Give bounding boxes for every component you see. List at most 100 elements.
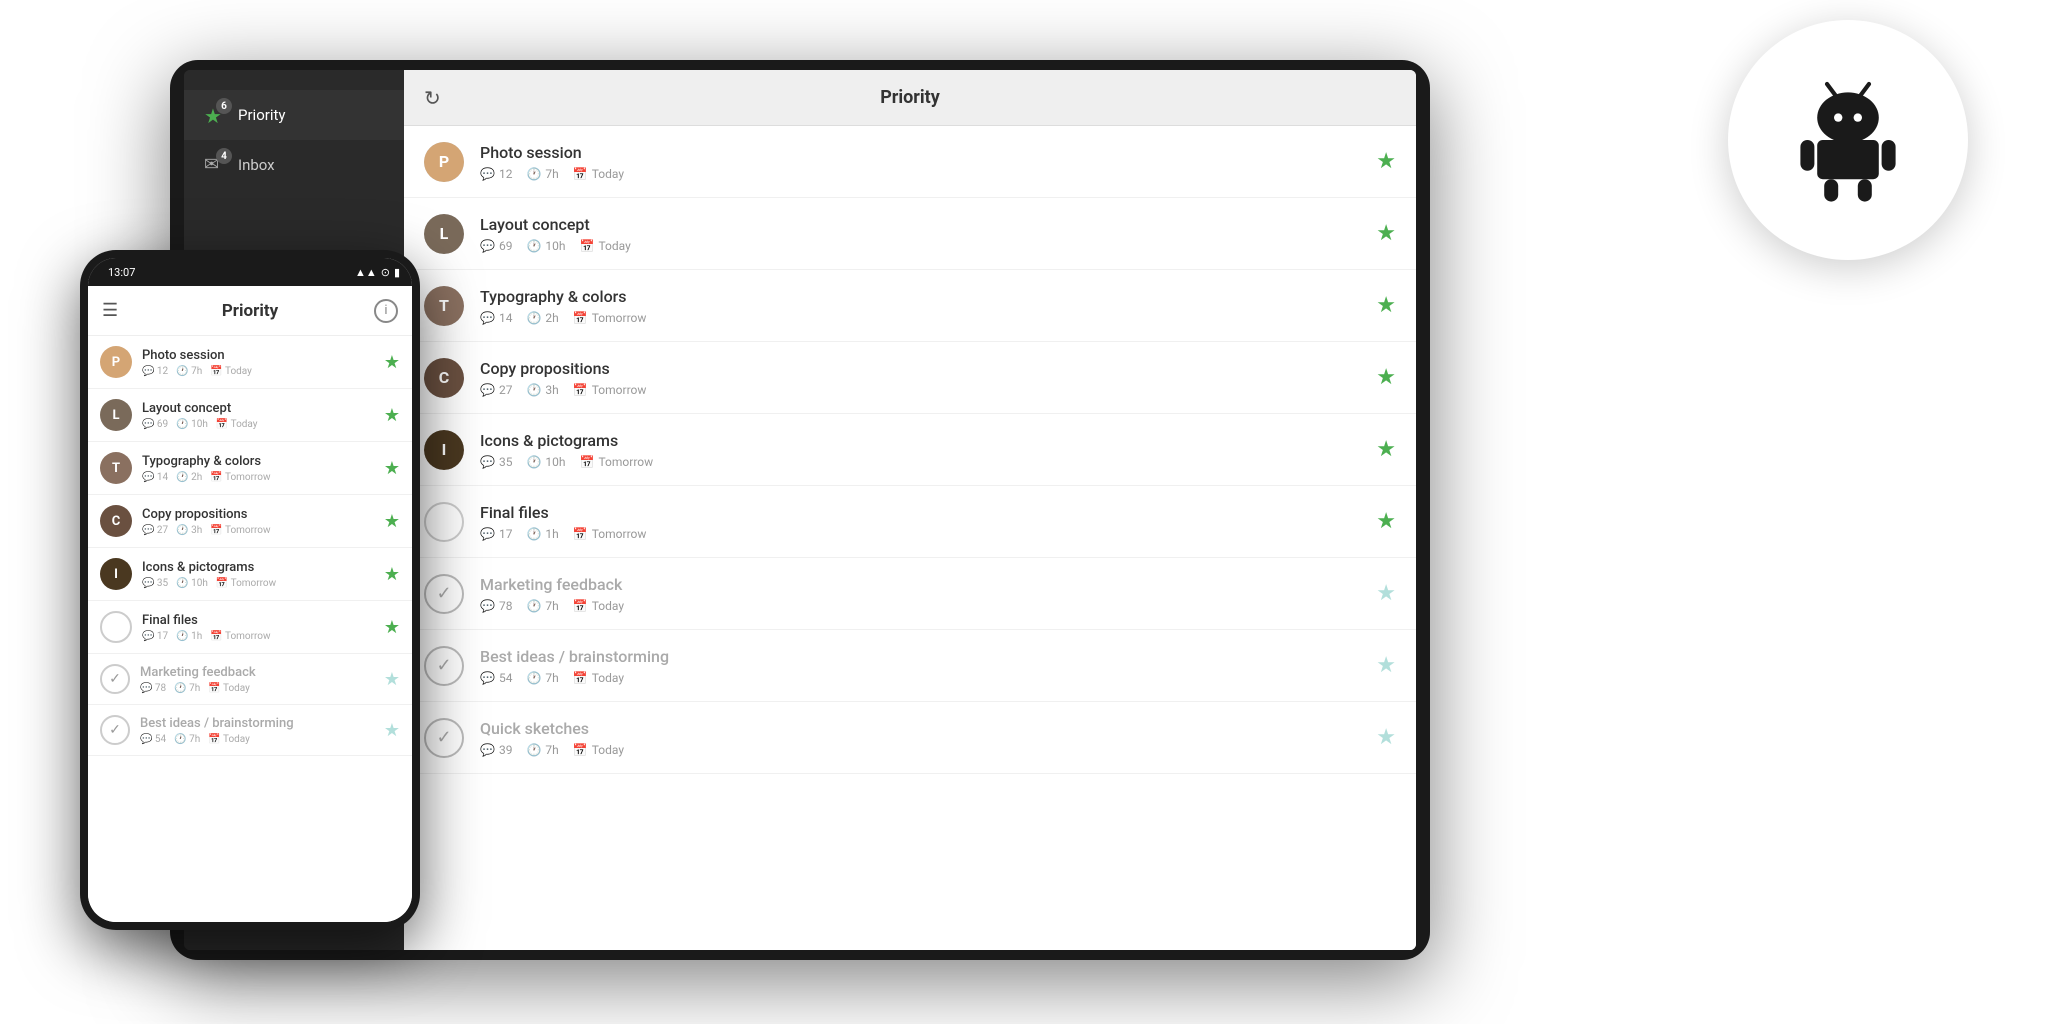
clock-icon: 🕐	[526, 671, 541, 685]
phone-star-button[interactable]: ★	[384, 458, 400, 479]
task-meta: 💬 69 🕐 10h 📅 Today	[480, 239, 1366, 253]
due-date: 📅 Today	[573, 671, 624, 685]
star-button[interactable]: ★	[1376, 437, 1396, 462]
comment-count: 💬 14	[480, 311, 512, 325]
comment-count: 💬 17	[480, 527, 512, 541]
phone-comment-count: 💬 78	[140, 683, 166, 694]
clock-icon: 🕐	[526, 167, 541, 181]
phone-star-button[interactable]: ★	[384, 720, 400, 741]
phone-title: Priority	[222, 301, 278, 321]
phone-star-button[interactable]: ★	[384, 564, 400, 585]
star-button[interactable]: ★	[1376, 581, 1396, 606]
due-date: 📅 Today	[573, 167, 624, 181]
task-check-icon: ✓	[424, 646, 464, 686]
phone-task-item[interactable]: T Typography & colors 💬 14 🕐 2h 📅 Tomorr…	[88, 442, 412, 495]
time-estimate: 🕐 3h	[526, 383, 558, 397]
task-meta: 💬 35 🕐 10h 📅 Tomorrow	[480, 455, 1366, 469]
task-title: Photo session	[480, 143, 1366, 162]
calendar-icon: 📅	[573, 311, 588, 325]
phone-star-button[interactable]: ★	[384, 511, 400, 532]
sidebar-item-inbox[interactable]: ✉ 4 Inbox	[184, 140, 404, 190]
comment-icon: 💬	[480, 743, 495, 757]
phone-task-item[interactable]: P Photo session 💬 12 🕐 7h 📅 Today ★	[88, 336, 412, 389]
task-avatar: L	[424, 214, 464, 254]
phone-avatar: P	[100, 346, 132, 378]
star-button[interactable]: ★	[1376, 725, 1396, 750]
tablet-task-item[interactable]: C Copy propositions 💬 27 🕐 3h 📅 Tomorro	[404, 342, 1416, 414]
phone-task-item[interactable]: I Icons & pictograms 💬 35 🕐 10h 📅 Tomorr…	[88, 548, 412, 601]
task-avatar	[424, 502, 464, 542]
time-estimate: 🕐 1h	[526, 527, 558, 541]
clock-icon: 🕐	[526, 311, 541, 325]
due-date: 📅 Tomorrow	[573, 527, 647, 541]
phone-task-item[interactable]: ✓ Best ideas / brainstorming 💬 54 🕐 7h 📅…	[88, 705, 412, 756]
tablet-task-item[interactable]: I Icons & pictograms 💬 35 🕐 10h 📅 Tomor	[404, 414, 1416, 486]
phone-task-item[interactable]: L Layout concept 💬 69 🕐 10h 📅 Today ★	[88, 389, 412, 442]
tablet-task-item[interactable]: ✓ Marketing feedback 💬 78 🕐 7h 📅 Today	[404, 558, 1416, 630]
phone-star-button[interactable]: ★	[384, 617, 400, 638]
task-title: Best ideas / brainstorming	[480, 647, 1366, 666]
phone-avatar	[100, 611, 132, 643]
phone-due-date: 📅 Today	[208, 683, 250, 694]
task-title: Icons & pictograms	[480, 431, 1366, 450]
tablet-task-item[interactable]: Final files 💬 17 🕐 1h 📅 Tomorrow	[404, 486, 1416, 558]
phone-due-date: 📅 Tomorrow	[210, 472, 270, 483]
calendar-icon: 📅	[573, 599, 588, 613]
comment-count: 💬 69	[480, 239, 512, 253]
tablet-task-item[interactable]: P Photo session 💬 12 🕐 7h 📅 Today	[404, 126, 1416, 198]
star-button[interactable]: ★	[1376, 509, 1396, 534]
phone-task-content: Typography & colors 💬 14 🕐 2h 📅 Tomorrow	[142, 454, 376, 483]
clock-icon: 🕐	[526, 743, 541, 757]
tablet-task-list[interactable]: P Photo session 💬 12 🕐 7h 📅 Today	[404, 126, 1416, 950]
phone-task-title: Marketing feedback	[140, 665, 376, 680]
sidebar-item-priority[interactable]: ★ 6 Priority	[184, 90, 404, 140]
phone-due-date: 📅 Tomorrow	[210, 525, 270, 536]
refresh-button[interactable]: ↻	[424, 86, 441, 110]
task-title: Final files	[480, 503, 1366, 522]
phone-task-title: Final files	[142, 613, 376, 628]
inbox-badge: 4	[216, 148, 232, 164]
phone-info-button[interactable]: i	[374, 299, 398, 323]
task-avatar: T	[424, 286, 464, 326]
phone-task-check: ✓	[100, 715, 130, 745]
star-button[interactable]: ★	[1376, 221, 1396, 246]
phone-device: 13:07 ▲▲ ⊙ ▮ ☰ Priority i P Photo sessio…	[80, 250, 420, 930]
phone-menu-button[interactable]: ☰	[102, 300, 118, 321]
phone-task-item[interactable]: Final files 💬 17 🕐 1h 📅 Tomorrow ★	[88, 601, 412, 654]
star-button[interactable]: ★	[1376, 365, 1396, 390]
comment-icon: 💬	[480, 311, 495, 325]
phone-task-meta: 💬 27 🕐 3h 📅 Tomorrow	[142, 525, 376, 536]
phone-star-button[interactable]: ★	[384, 405, 400, 426]
tablet-task-item[interactable]: L Layout concept 💬 69 🕐 10h 📅 Today	[404, 198, 1416, 270]
star-button[interactable]: ★	[1376, 149, 1396, 174]
phone-time-estimate: 🕐 1h	[176, 631, 202, 642]
phone-star-button[interactable]: ★	[384, 352, 400, 373]
phone-comment-count: 💬 54	[140, 734, 166, 745]
phone-task-check: ✓	[100, 664, 130, 694]
android-logo-circle	[1728, 20, 1968, 260]
phone-task-meta: 💬 14 🕐 2h 📅 Tomorrow	[142, 472, 376, 483]
tablet-task-item[interactable]: T Typography & colors 💬 14 🕐 2h 📅 Tomor	[404, 270, 1416, 342]
phone-due-date: 📅 Today	[208, 734, 250, 745]
task-meta: 💬 14 🕐 2h 📅 Tomorrow	[480, 311, 1366, 325]
star-button[interactable]: ★	[1376, 653, 1396, 678]
task-meta: 💬 17 🕐 1h 📅 Tomorrow	[480, 527, 1366, 541]
tablet-task-item[interactable]: ✓ Quick sketches 💬 39 🕐 7h 📅 Today	[404, 702, 1416, 774]
phone-status-bar: 13:07 ▲▲ ⊙ ▮	[88, 258, 412, 286]
task-avatar: C	[424, 358, 464, 398]
star-button[interactable]: ★	[1376, 293, 1396, 318]
comment-icon: 💬	[480, 383, 495, 397]
comment-icon: 💬	[480, 671, 495, 685]
phone-battery: ▮	[394, 266, 400, 279]
tablet-task-item[interactable]: ✓ Best ideas / brainstorming 💬 54 🕐 7h 📅…	[404, 630, 1416, 702]
phone-task-list[interactable]: P Photo session 💬 12 🕐 7h 📅 Today ★ L La…	[88, 336, 412, 922]
phone-star-button[interactable]: ★	[384, 669, 400, 690]
phone-task-item[interactable]: C Copy propositions 💬 27 🕐 3h 📅 Tomorrow…	[88, 495, 412, 548]
comment-count: 💬 35	[480, 455, 512, 469]
phone-comment-count: 💬 69	[142, 419, 168, 430]
phone-task-meta: 💬 17 🕐 1h 📅 Tomorrow	[142, 631, 376, 642]
time-estimate: 🕐 7h	[526, 671, 558, 685]
phone-task-item[interactable]: ✓ Marketing feedback 💬 78 🕐 7h 📅 Today ★	[88, 654, 412, 705]
phone-time-estimate: 🕐 7h	[174, 734, 200, 745]
phone-time-estimate: 🕐 10h	[176, 578, 208, 589]
